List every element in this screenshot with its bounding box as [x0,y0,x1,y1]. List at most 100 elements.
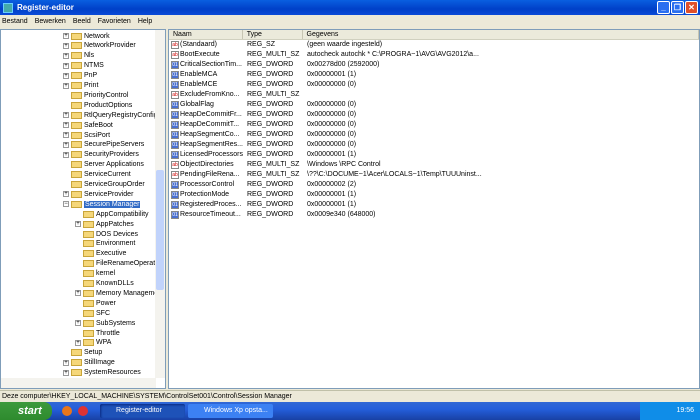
value-row[interactable]: ab ObjectDirectories REG_MULTI_SZ \Windows … [169,160,699,170]
tree-item[interactable]: + Network [63,31,110,41]
expand-toggle[interactable]: + [63,112,69,119]
tree-item[interactable]: + NetworkProvider [63,41,136,51]
tree-item[interactable]: DOS Devices [75,229,138,239]
tree-item[interactable]: PriorityControl [63,90,128,100]
expand-toggle[interactable]: + [63,42,69,49]
minimize-button[interactable]: _ [657,1,670,14]
value-row[interactable]: 01 EnableMCE REG_DWORD 0x00000000 (0) [169,80,699,90]
close-button[interactable]: ✕ [685,1,698,14]
task-firefox[interactable]: Windows Xp opsta... [188,404,273,418]
system-tray: 19:56 [640,402,700,420]
firefox-icon[interactable] [62,406,72,416]
tree-item[interactable]: Environment [75,239,135,249]
menu-beeld[interactable]: Beeld [73,18,91,25]
folder-icon [83,250,94,258]
expand-toggle[interactable]: + [63,141,69,148]
tree-item[interactable]: + Print [63,81,98,91]
tree-item[interactable]: ServiceGroupOrder [63,180,145,190]
tree-item[interactable]: ServiceCurrent [63,170,131,180]
tree-item[interactable]: kernel [75,269,115,279]
tree-item[interactable]: + SubSystems [75,318,135,328]
expand-toggle[interactable]: + [75,290,81,297]
value-row[interactable]: 01 CriticalSectionTim... REG_DWORD 0x00278d… [169,60,699,70]
tree-item[interactable]: + SafeBoot [63,120,113,130]
tree-item[interactable]: SFC [75,308,110,318]
tree-item[interactable]: + ScsiPort [63,130,110,140]
value-row[interactable]: 01 HeapSegmentCo... REG_DWORD 0x00000000 (0… [169,130,699,140]
expand-toggle[interactable]: + [63,52,69,59]
value-row[interactable]: ab ExcludeFromKno... REG_MULTI_SZ [169,90,699,100]
tree-item[interactable]: KnownDLLs [75,279,134,289]
tree-item[interactable]: + SecurityProviders [63,150,139,160]
tree-item[interactable]: FileRenameOperatio [75,259,161,269]
tree-item-label: Memory Managemer [96,289,161,297]
tree-item[interactable]: + SystemResources [63,368,141,378]
value-name: 01 CriticalSectionTim... [169,60,243,70]
value-row[interactable]: 01 ProcessorControl REG_DWORD 0x00000002 (2… [169,180,699,190]
tree-item[interactable]: + AppPatches [75,219,134,229]
tree-item[interactable]: + SecurePipeServers [63,140,144,150]
folder-icon [83,299,94,307]
expand-toggle[interactable]: + [63,369,69,376]
value-row[interactable]: ab (Standaard) REG_SZ (geen waarde ingestel… [169,40,699,50]
title-bar: Register-editor _ ❐ ✕ [0,0,700,15]
tree-item[interactable]: AppCompatibility [75,209,149,219]
value-row[interactable]: 01 ProtectionMode REG_DWORD 0x00000001 (1) [169,190,699,200]
value-name-text: ResourceTimeout... [180,211,241,218]
tree-item[interactable]: + RtlQueryRegistryConfig [63,110,158,120]
expand-toggle[interactable]: + [63,191,69,198]
expand-toggle[interactable]: + [63,82,69,89]
tree-horizontal-scrollbar[interactable] [1,378,156,388]
expand-toggle[interactable]: + [75,320,81,327]
value-row[interactable]: 01 HeapDeCommitFr... REG_DWORD 0x00000000 (… [169,110,699,120]
tree-item[interactable]: − Session Manager [63,199,141,209]
expand-toggle[interactable]: + [63,122,69,129]
value-row[interactable]: 01 RegisteredProces... REG_DWORD 0x00000001… [169,200,699,210]
expand-toggle[interactable]: + [63,33,69,39]
menu-bewerken[interactable]: Bewerken [35,18,66,25]
tree-item[interactable]: + Nls [63,51,94,61]
expand-toggle[interactable]: + [63,62,69,69]
expand-toggle[interactable]: − [63,201,69,208]
maximize-button[interactable]: ❐ [671,1,684,14]
value-name-text: LicensedProcessors [179,151,243,158]
column-gegevens[interactable]: Gegevens [303,30,699,39]
task-register-editor[interactable]: Register-editor [100,404,185,418]
column-type[interactable]: Type [243,30,303,39]
column-naam[interactable]: Naam [169,30,243,39]
menu-help[interactable]: Help [138,18,152,25]
expand-toggle[interactable]: + [75,221,81,228]
tree-vertical-scrollbar[interactable] [155,30,165,378]
value-row[interactable]: 01 HeapDeCommitT... REG_DWORD 0x00000000 (0… [169,120,699,130]
tree-item[interactable]: Power [75,298,116,308]
expand-toggle[interactable]: + [63,151,69,158]
menu-bestand[interactable]: Bestand [2,18,28,25]
tree-item[interactable]: Server Applications [63,160,144,170]
value-row[interactable]: 01 ResourceTimeout... REG_DWORD 0x0009e340 … [169,210,699,220]
tree-item[interactable]: + StillImage [63,358,115,368]
start-button[interactable]: start [0,402,52,420]
value-row[interactable]: 01 EnableMCA REG_DWORD 0x00000001 (1) [169,70,699,80]
menu-favorieten[interactable]: Favorieten [98,18,131,25]
tree-item[interactable]: + WPA [75,338,111,348]
expand-toggle[interactable]: + [75,339,81,346]
expand-toggle[interactable]: + [63,132,69,138]
value-row[interactable]: ab BootExecute REG_MULTI_SZ autocheck autoc… [169,50,699,60]
expand-toggle[interactable]: + [63,359,69,366]
value-row[interactable]: ab PendingFileRena... REG_MULTI_SZ \??\C:\D… [169,170,699,180]
tree-item[interactable]: Setup [63,348,102,358]
tree-item-label: kernel [96,270,116,278]
tree-item[interactable]: Throttle [75,328,120,338]
value-row[interactable]: 01 HeapSegmentRes... REG_DWORD 0x00000000 (… [169,140,699,150]
value-row[interactable]: 01 LicensedProcessors REG_DWORD 0x00000001 … [169,150,699,160]
value-row[interactable]: 01 GlobalFlag REG_DWORD 0x00000000 (0) [169,100,699,110]
tree-item[interactable]: + PnP [63,71,97,81]
tree-item[interactable]: Executive [75,249,126,259]
tree-item[interactable]: + NTMS [63,61,104,71]
tree-item[interactable]: ProductOptions [63,100,132,110]
tree-item[interactable]: + ServiceProvider [63,189,133,199]
expand-toggle[interactable]: + [63,72,69,79]
tree-item[interactable]: + Memory Managemer [75,288,161,298]
value-data: 0x00000000 (0) [307,131,357,138]
chrome-icon[interactable] [78,406,88,416]
